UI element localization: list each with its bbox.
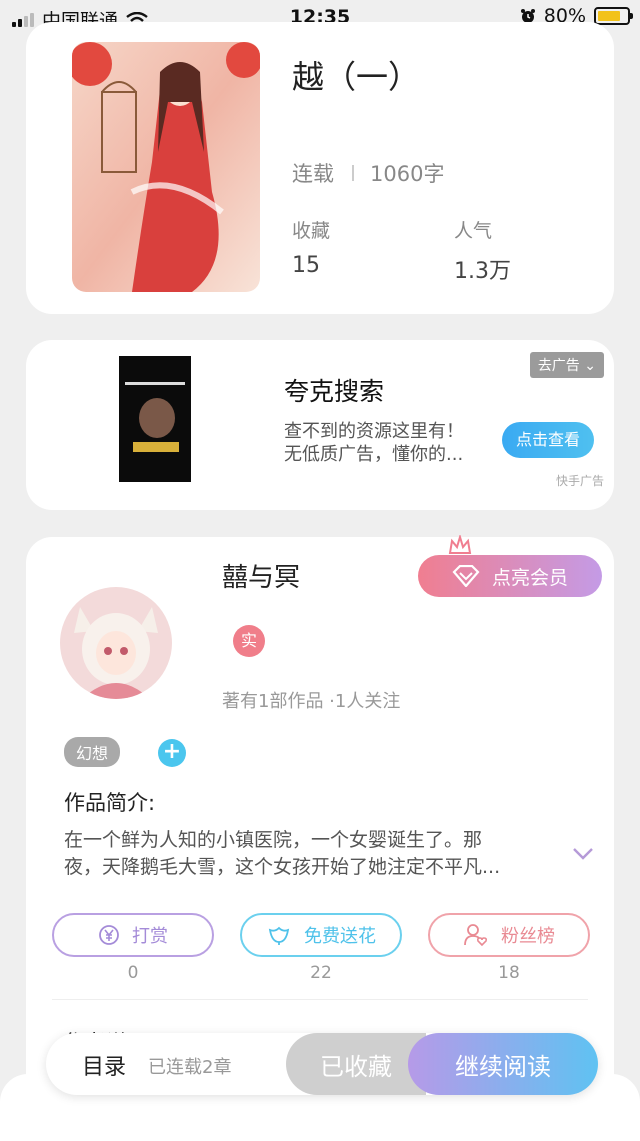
send-flower-button[interactable]: 免费送花 [240, 913, 402, 957]
fan-ranking-label: 粉丝榜 [501, 926, 555, 947]
bottom-action-bar: 目录 已连载2章 已收藏 继续阅读 [46, 1033, 598, 1095]
genre-tag[interactable]: 幻想 [64, 737, 121, 767]
serial-status: 连载 [292, 162, 334, 186]
separator [352, 165, 354, 181]
book-info-card: 越（一） 连载 1060字 收藏 15 人气 1.3万 [26, 22, 614, 314]
ad-source-label: 快手广告 [555, 474, 604, 488]
author-meta: 著有1部作品 ·1人关注 [222, 691, 401, 712]
book-title: 越（一） [292, 58, 421, 96]
battery-icon [594, 7, 633, 25]
reward-button[interactable]: 打赏 [52, 913, 214, 957]
word-count: 1060字 [370, 162, 445, 186]
book-status-row: 连载 1060字 [292, 158, 444, 188]
verified-badge: 实 [233, 625, 265, 657]
yuan-icon [99, 925, 119, 945]
fan-icon [464, 924, 488, 947]
chapter-count: 已连载2章 [148, 1057, 232, 1078]
chevron-down-icon[interactable] [572, 847, 594, 861]
ad-thumbnail[interactable] [119, 356, 191, 482]
ad-card[interactable]: 夸克搜索 查不到的资源这里有！ 无低质广告，懂你的... 去广告 ⌄ 点击查看 … [26, 340, 614, 510]
flower-count: 22 [310, 963, 332, 983]
book-cover[interactable] [72, 42, 260, 292]
vip-button[interactable]: 点亮会员 [418, 555, 602, 597]
intro-line: 夜，天降鹅毛大雪，这个女孩开始了她注定不平凡... [64, 856, 501, 878]
ad-view-button[interactable]: 点击查看 [502, 422, 594, 458]
intro-text: 在一个鲜为人知的小镇医院，一个女婴诞生了。那 夜，天降鹅毛大雪，这个女孩开始了她… [64, 827, 554, 881]
toc-button[interactable]: 目录 [82, 1049, 126, 1081]
ad-desc-line: 无低质广告，懂你的... [284, 444, 464, 465]
stat-label: 收藏 [292, 220, 331, 242]
intro-heading: 作品简介: [64, 791, 156, 815]
chevron-down-icon: ⌄ [584, 358, 596, 374]
ad-description: 查不到的资源这里有！ 无低质广告，懂你的... [284, 420, 464, 466]
ad-title: 夸克搜索 [284, 377, 385, 406]
remove-ad-button[interactable]: 去广告 ⌄ [529, 352, 604, 378]
reward-count: 0 [127, 963, 139, 983]
collected-button[interactable]: 已收藏 [286, 1033, 426, 1095]
author-name: 囍与冥 [222, 563, 301, 593]
intro-line: 在一个鲜为人知的小镇医院，一个女婴诞生了。那 [64, 829, 483, 851]
stat-label: 人气 [454, 220, 493, 242]
fan-ranking-button[interactable]: 粉丝榜 [428, 913, 590, 957]
remove-ad-label: 去广告 [537, 358, 580, 374]
continue-reading-button[interactable]: 继续阅读 [408, 1033, 598, 1095]
stat-popularity: 人气 1.3万 [454, 216, 511, 285]
reward-label: 打赏 [132, 926, 168, 947]
add-tag-button[interactable]: + [158, 739, 186, 767]
flower-icon [268, 926, 290, 945]
crown-icon [448, 535, 472, 554]
avatar[interactable] [60, 587, 172, 699]
stat-favorites: 收藏 15 [292, 216, 330, 278]
stat-value: 1.3万 [454, 259, 511, 284]
send-flower-label: 免费送花 [304, 926, 376, 947]
divider [52, 999, 588, 1000]
vip-label: 点亮会员 [491, 566, 568, 589]
fan-count: 18 [498, 963, 520, 983]
stat-value: 15 [292, 253, 320, 278]
ad-desc-line: 查不到的资源这里有！ [284, 421, 464, 442]
diamond-icon [452, 565, 480, 587]
